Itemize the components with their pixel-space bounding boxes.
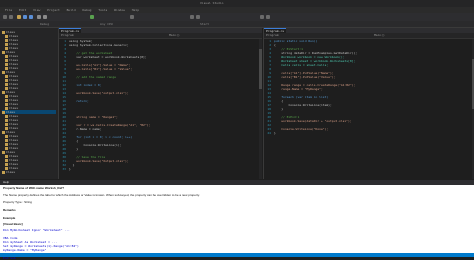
outdent-icon[interactable]: [266, 15, 270, 19]
save-icon[interactable]: [23, 15, 27, 19]
solution-explorer: Class Class Class Class Class Class Class Class…: [0, 28, 59, 179]
undo-icon[interactable]: [37, 15, 41, 19]
start-button[interactable]: Start: [200, 21, 209, 27]
help-property-type: Property Type : String: [3, 200, 32, 204]
indent-icon[interactable]: [260, 15, 264, 19]
type-dropdown[interactable]: Program: [61, 33, 74, 38]
redo-icon[interactable]: [43, 15, 47, 19]
code-line[interactable]: 33}: [59, 167, 262, 171]
bookmark-icon[interactable]: [190, 15, 194, 19]
editor-left[interactable]: Program.cs Program Main() 1 using System;…: [59, 28, 262, 179]
help-title: Property Name of With name Worksh_Ref?: [3, 186, 65, 190]
open-folder-icon[interactable]: [17, 15, 21, 19]
title-bar: Visual Studio: [0, 0, 474, 7]
code-line[interactable]: 24}: [264, 131, 474, 135]
platform-dropdown[interactable]: Any CPU: [100, 21, 113, 27]
help-csharp-label: [Visual Basic]: [3, 222, 23, 226]
code-area[interactable]: 1 public static void Run() 2{3 // ExStart:…: [264, 39, 474, 179]
help-panel: Help Property Name of With name Worksh_R…: [0, 180, 474, 260]
back-icon[interactable]: [3, 15, 7, 19]
class-icon: [2, 170, 5, 174]
status-bar: [0, 253, 474, 257]
tree-item[interactable]: Class: [2, 170, 56, 174]
member-dropdown[interactable]: Main(): [169, 33, 180, 38]
window-title: Visual Studio: [200, 1, 224, 5]
type-dropdown[interactable]: Program: [266, 33, 279, 38]
help-header: Help: [0, 180, 474, 185]
config-dropdown[interactable]: Debug: [40, 21, 49, 27]
help-example-label: Example: [3, 216, 16, 220]
save-all-icon[interactable]: [29, 15, 33, 19]
secondary-toolbar: Debug Any CPU Start: [0, 21, 474, 28]
help-header-label: Help: [3, 180, 10, 184]
comment-icon[interactable]: [196, 15, 200, 19]
line-number: 33: [62, 167, 66, 171]
code-area[interactable]: 1 using System; 2 using System.Collections.…: [59, 39, 262, 179]
editor-right[interactable]: Program.cs Program Main() 1 public static…: [263, 28, 474, 179]
find-icon[interactable]: [130, 15, 134, 19]
code-text: }: [274, 131, 276, 135]
help-remarks-label: Remarks: [3, 208, 16, 212]
tree-item-label: Class: [6, 170, 16, 174]
member-dropdown[interactable]: Main(): [374, 33, 385, 38]
help-description: The Name property defines the label to w…: [3, 193, 200, 197]
line-number: 24: [267, 131, 271, 135]
start-icon[interactable]: [90, 15, 94, 19]
forward-icon[interactable]: [9, 15, 13, 19]
code-text: }: [69, 167, 71, 171]
vertical-scrollbar[interactable]: [259, 39, 262, 179]
